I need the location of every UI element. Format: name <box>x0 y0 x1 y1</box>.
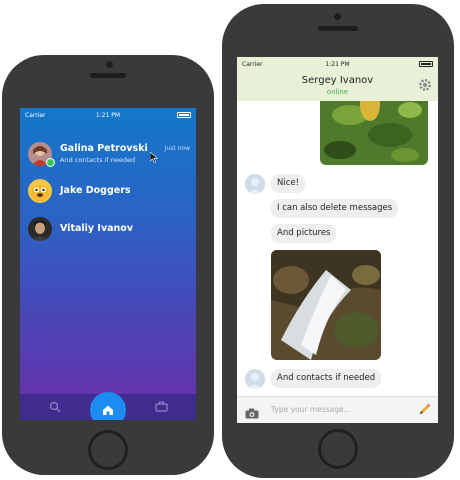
contact-name: Galina Petrovski <box>60 143 148 154</box>
search-icon[interactable] <box>48 401 62 413</box>
chat-contact-status: online <box>326 88 349 96</box>
message-bubble: And contacts if needed <box>271 369 382 388</box>
front-camera <box>334 13 341 20</box>
battery-icon <box>177 112 191 118</box>
contact-row-jake[interactable]: Jake Doggers <box>20 176 196 206</box>
contact-timestamp: Just now <box>164 145 190 152</box>
speaker-grille <box>90 73 126 78</box>
contact-name: Jake Doggers <box>60 185 131 196</box>
chat-screen: Carrier 1:21 PM Sergey Ivanov online Nic… <box>237 57 438 423</box>
chat-contact-name: Sergey Ivanov <box>301 75 374 86</box>
message-list[interactable]: Nice! I can also delete messages And pic… <box>237 101 438 397</box>
online-indicator <box>46 158 55 167</box>
contact-last-message: And contacts if needed <box>60 156 136 164</box>
chat-header: Sergey Ivanov online <box>237 71 438 101</box>
home-button[interactable] <box>88 430 128 470</box>
message-input[interactable] <box>267 401 417 418</box>
contact-row-galina[interactable]: Galina Petrovski And contacts if needed … <box>20 139 196 169</box>
front-camera <box>106 61 113 68</box>
pencil-icon[interactable] <box>419 403 431 418</box>
message-bubble: I can also delete messages <box>271 199 399 218</box>
status-bar: Carrier 1:21 PM <box>20 108 196 122</box>
message-composer <box>237 396 438 423</box>
battery-icon <box>419 61 433 67</box>
message-bubble: Nice! <box>271 174 306 193</box>
status-time: 1:21 PM <box>325 60 350 68</box>
contact-row-vitaliy[interactable]: Vitaliy Ivanov <box>20 214 196 244</box>
sent-photo-leaves[interactable] <box>320 101 428 165</box>
briefcase-icon[interactable] <box>154 401 168 413</box>
gear-icon[interactable] <box>418 78 432 92</box>
avatar <box>28 217 52 241</box>
contact-name: Vitaliy Ivanov <box>60 223 134 234</box>
home-button[interactable] <box>318 429 358 469</box>
contacts-screen: Carrier 1:21 PM Galina Petrovski And con… <box>20 108 196 420</box>
home-tab-button[interactable] <box>90 392 126 420</box>
avatar <box>28 179 52 203</box>
avatar <box>245 369 265 389</box>
mouse-pointer-icon <box>149 151 159 166</box>
speaker-grille <box>318 26 358 31</box>
camera-icon[interactable] <box>245 404 259 419</box>
status-time: 1:21 PM <box>95 111 121 119</box>
status-bar: Carrier 1:21 PM <box>237 57 438 71</box>
message-bubble: And pictures <box>271 224 337 243</box>
sent-photo-waterfall[interactable] <box>271 250 381 360</box>
avatar <box>245 174 265 194</box>
home-icon <box>103 405 113 415</box>
